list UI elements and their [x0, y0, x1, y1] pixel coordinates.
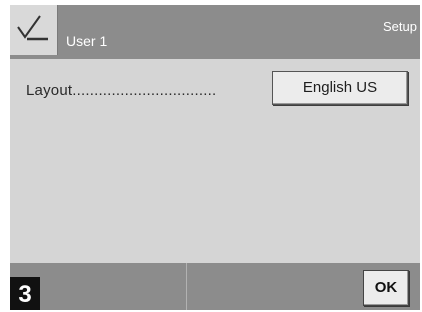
layout-setting-label: Layout.................................: [26, 82, 217, 99]
footer-divider: [186, 263, 187, 310]
footer-bar: 3 OK: [10, 263, 420, 310]
user-name: User 1: [66, 33, 108, 49]
ok-button[interactable]: OK: [363, 270, 409, 306]
step-number-badge: 3: [10, 277, 40, 310]
layout-value-button[interactable]: English US: [272, 71, 408, 105]
page-title: Setup: [383, 19, 417, 34]
user-icon-box[interactable]: [10, 5, 58, 55]
balance-display: User 1 Setup Layout.....................…: [10, 5, 420, 310]
title-bar: User 1 Setup: [10, 5, 420, 59]
settings-panel: Layout................................. …: [10, 59, 420, 259]
